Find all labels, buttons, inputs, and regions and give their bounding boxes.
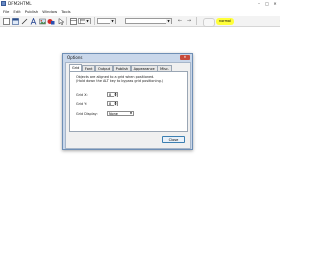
chevron-down-icon: ▼ <box>166 19 171 24</box>
image-tool-icon[interactable] <box>38 17 46 25</box>
app-title: DFM2HTML <box>8 1 32 6</box>
tab-grid[interactable]: Grid <box>69 64 83 71</box>
panel-tool-icon[interactable] <box>11 17 19 25</box>
title-bar: DFM2HTML – □ ✕ <box>0 0 280 8</box>
chevron-down-icon: ▼ <box>110 19 115 24</box>
grid-display-label: Grid Display: <box>76 112 98 116</box>
maximize-button[interactable]: □ <box>263 0 271 7</box>
grid-x-stepper[interactable]: 8 ▲ ▼ <box>107 92 118 97</box>
menu-window[interactable]: Window <box>42 9 57 15</box>
dialog-title: Options <box>67 55 83 60</box>
spin-arrows-icon[interactable]: ▲ ▼ <box>114 92 117 97</box>
normal-style-button[interactable]: normal <box>216 18 234 25</box>
grid-display-value: None <box>109 112 118 116</box>
grid-description-line-2: (Hold down the ALT key to bypass grid po… <box>76 79 164 83</box>
options-dialog: Options ✕ Grid Font Output Publish Appea… <box>62 53 193 150</box>
grid-y-stepper[interactable]: 8 ▲ ▼ <box>107 101 118 106</box>
spin-arrows-icon[interactable]: ▲ ▼ <box>114 101 117 106</box>
select-tool-icon[interactable] <box>2 17 10 25</box>
text-tool-icon[interactable] <box>29 17 37 25</box>
object-dropdown[interactable]: ▼ <box>125 18 172 24</box>
menu-publish[interactable]: Publish <box>25 9 39 15</box>
menu-file[interactable]: File <box>3 9 9 15</box>
back-arrow-icon[interactable]: ← <box>176 17 184 25</box>
menu-tools[interactable]: Tools <box>61 9 70 15</box>
close-button[interactable]: Close <box>162 136 185 143</box>
zoom-dropdown[interactable]: ▼ <box>97 18 116 24</box>
menu-bar: File Edit Publish Window Tools <box>0 9 280 15</box>
frame-tool-icon[interactable] <box>69 17 77 25</box>
grid-display-select[interactable]: None ▼ <box>107 111 134 116</box>
dialog-close-icon[interactable]: ✕ <box>180 55 190 60</box>
toolbar: ▼ ▼ ▼ ← → normal <box>0 16 280 27</box>
grid-y-label: Grid Y: <box>76 102 87 106</box>
dialog-body: Grid Font Output Publish Appearance Misc… <box>65 62 191 149</box>
minimize-button[interactable]: – <box>255 0 263 7</box>
chevron-down-icon: ▼ <box>130 112 132 115</box>
menu-edit[interactable]: Edit <box>13 9 20 15</box>
grid-tab-panel: Objects are aligned to a grid when posit… <box>69 71 188 132</box>
blank-style-button[interactable] <box>203 18 215 27</box>
grid-toggle-dropdown[interactable]: ▼ <box>78 18 91 24</box>
grid-description: Objects are aligned to a grid when posit… <box>76 75 163 83</box>
window-controls: – □ ✕ <box>255 0 279 7</box>
close-window-button[interactable]: ✕ <box>271 0 279 7</box>
grid-y-value: 8 <box>109 102 112 106</box>
app-icon <box>1 1 6 6</box>
grid-x-value: 8 <box>109 93 112 97</box>
forward-arrow-icon[interactable]: → <box>185 17 193 25</box>
chevron-down-icon: ▼ <box>85 19 90 24</box>
line-tool-icon[interactable] <box>20 17 28 25</box>
cursor-tool-icon[interactable] <box>57 17 65 25</box>
shape-tool-icon[interactable] <box>47 17 55 25</box>
grid-x-label: Grid X: <box>76 93 88 97</box>
